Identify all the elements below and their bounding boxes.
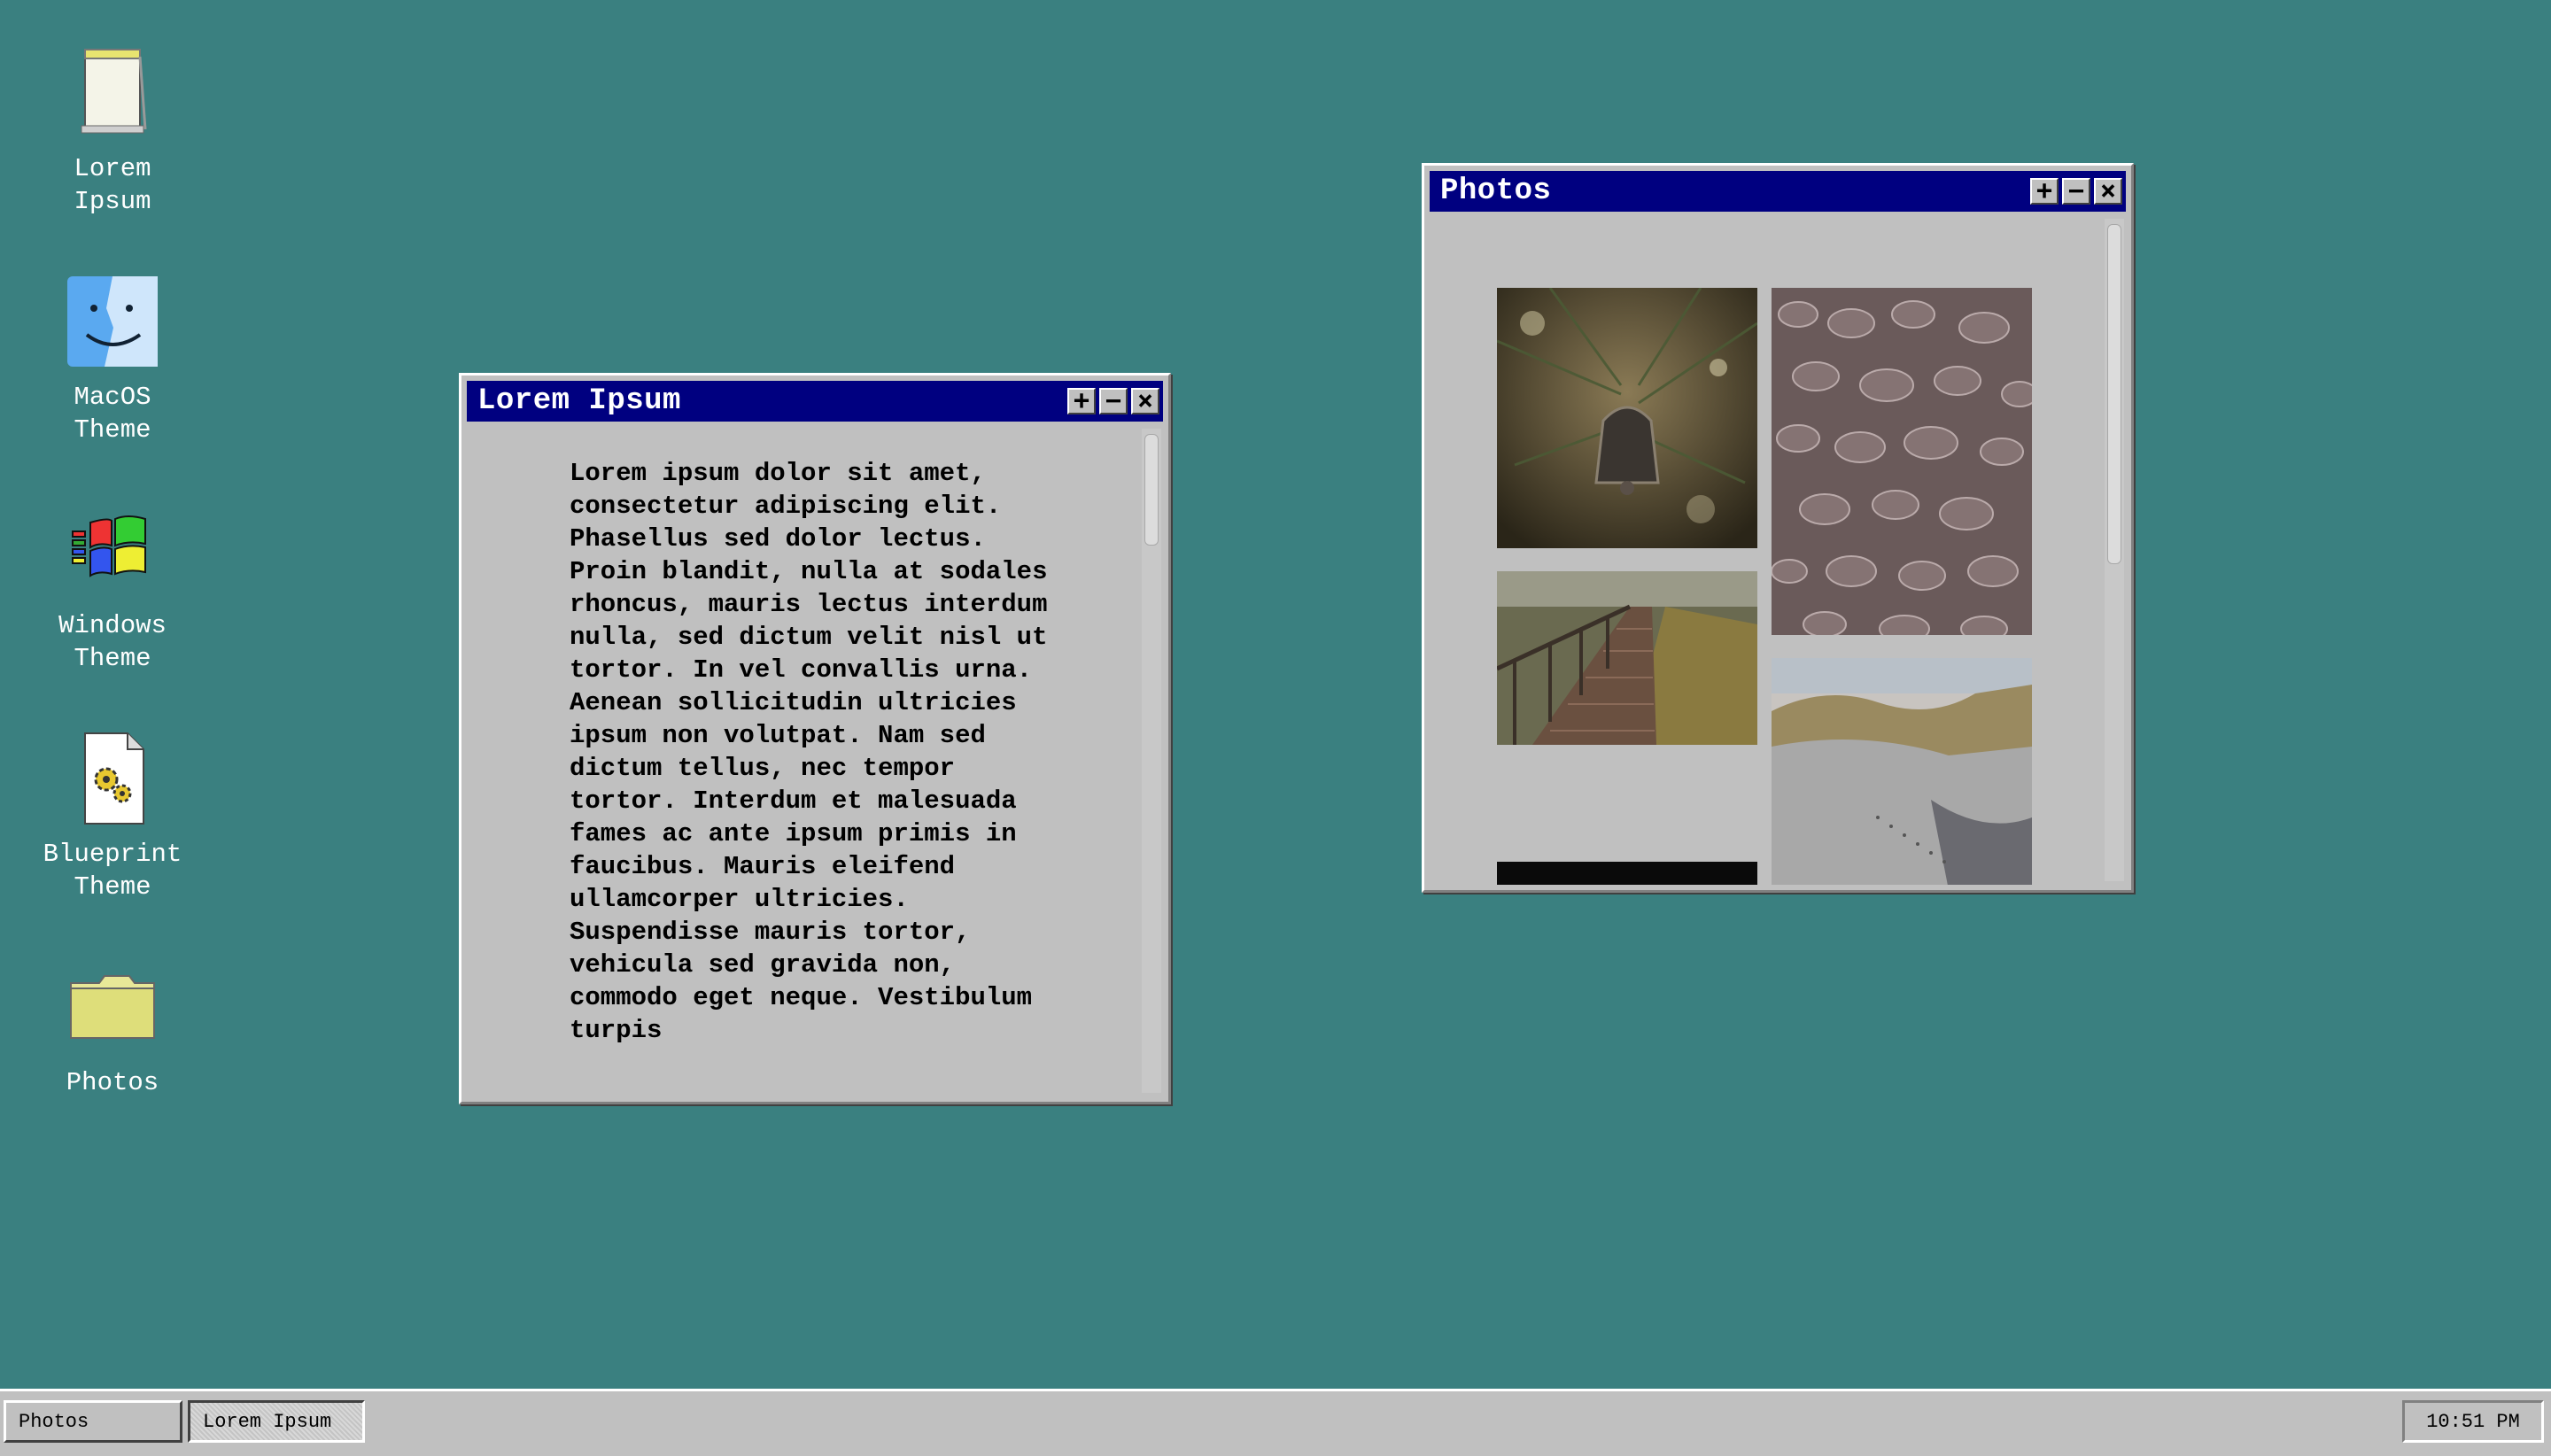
desktop-icon-windows-theme[interactable]: Windows Theme [19,501,205,675]
desktop-icon-label: Theme [74,872,151,902]
scrollbar-thumb[interactable] [1144,434,1159,546]
lorem-ipsum-window[interactable]: Lorem Ipsum + − × Lorem ipsum dolor sit … [459,373,1171,1104]
desktop-icon-label: Theme [74,644,151,673]
maximize-button[interactable]: + [1067,388,1096,414]
desktop-icon-blueprint-theme[interactable]: Blueprint Theme [19,730,205,903]
taskbar-button-lorem-ipsum[interactable]: Lorem Ipsum [188,1400,365,1443]
desktop-icon-label: Blueprint [43,840,182,869]
desktop-icon-label: Photos [66,1068,159,1097]
vertical-scrollbar[interactable] [2105,219,2124,881]
desktop-icon-macos-theme[interactable]: MacOS Theme [19,273,205,446]
desktop-icon-label: Windows [58,611,167,640]
window-titlebar[interactable]: Lorem Ipsum + − × [467,381,1163,422]
pebbles-texture-photo[interactable] [1772,288,2032,635]
window-title: Lorem Ipsum [477,384,681,418]
finder-icon [64,273,161,370]
document-content: Lorem ipsum dolor sit amet, consectetur … [467,425,1163,1096]
desktop-icon-label: MacOS [74,383,151,412]
dark-photo[interactable] [1497,862,1757,885]
close-button[interactable]: × [1131,388,1159,414]
vertical-scrollbar[interactable] [1142,429,1161,1093]
sand-dunes-photo[interactable] [1772,658,2032,885]
windows-logo-icon [64,501,161,599]
window-titlebar[interactable]: Photos + − × [1430,171,2126,212]
taskbar: Photos Lorem Ipsum 10:51 PM [0,1389,2551,1456]
scrollbar-thumb[interactable] [2107,224,2121,564]
notepad-icon [64,44,161,142]
desktop-icon-photos[interactable]: Photos [19,958,205,1099]
photos-window[interactable]: Photos + − × [1422,163,2134,893]
taskbar-clock: 10:51 PM [2402,1400,2544,1443]
desktop-icon-lorem-ipsum[interactable]: Lorem Ipsum [19,44,205,218]
gear-document-icon [64,730,161,827]
folder-icon [64,958,161,1056]
wooden-boardwalk-photo[interactable] [1497,571,1757,745]
photo-gallery [1430,215,2126,885]
christmas-bell-ornament-photo[interactable] [1497,288,1757,548]
document-text: Lorem ipsum dolor sit amet, consectetur … [570,459,1048,1045]
window-title: Photos [1440,174,1552,208]
desktop-icon-label: Lorem [74,154,151,183]
desktop-icon-label: Theme [74,415,151,445]
close-button[interactable]: × [2094,178,2122,205]
minimize-button[interactable]: − [2062,178,2090,205]
minimize-button[interactable]: − [1099,388,1128,414]
taskbar-button-photos[interactable]: Photos [4,1400,182,1443]
maximize-button[interactable]: + [2030,178,2059,205]
desktop-icon-label: Ipsum [74,187,151,216]
